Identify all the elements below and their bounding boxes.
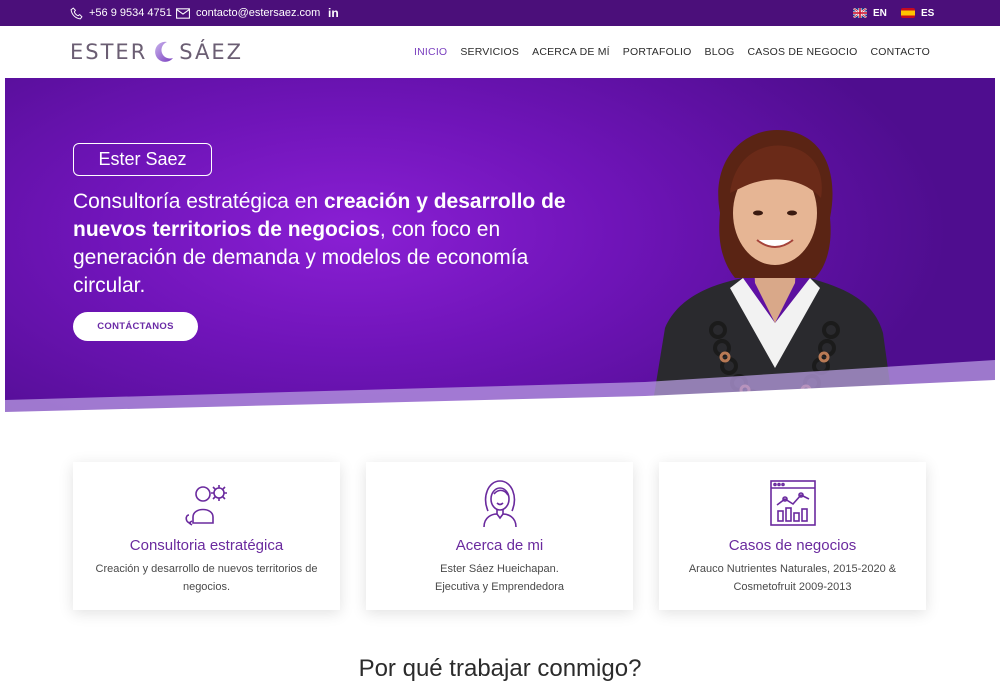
hero-name-tag: Ester Saez (73, 143, 212, 176)
card-description: Creación y desarrollo de nuevos territor… (95, 563, 318, 593)
card-title: Acerca de mi (455, 537, 544, 554)
nav-casos[interactable]: CASOS DE NEGOCIO (747, 46, 857, 58)
site-header: ESTER SÁEZ INICIO SERVICIOS ACERCA DE MÍ… (0, 26, 1000, 78)
card-description: Arauco Nutrientes Naturales, 2015-2020 &… (688, 563, 897, 593)
nav-inicio[interactable]: INICIO (414, 46, 447, 58)
lang-es-label: ES (921, 7, 935, 19)
logo-text-right: SÁEZ (179, 40, 244, 64)
email-link[interactable]: contacto@estersaez.com (176, 0, 320, 26)
site-logo[interactable]: ESTER SÁEZ (70, 39, 243, 65)
email-address: contacto@estersaez.com (196, 7, 321, 19)
top-bar: +56 9 9534 4751 contacto@estersaez.com i… (0, 0, 1000, 26)
uk-flag-icon (853, 8, 867, 18)
linkedin-icon[interactable]: in (328, 0, 339, 26)
contact-button[interactable]: CONTÁCTANOS (73, 312, 198, 341)
spain-flag-icon (901, 8, 915, 18)
chart-dashboard-icon (769, 480, 816, 526)
service-card-about[interactable]: Acerca de mi Ester Sáez Hueichapan. Ejec… (366, 462, 633, 610)
service-card-consulting[interactable]: Consultoria estratégica Creación y desar… (73, 462, 340, 610)
nav-blog[interactable]: BLOG (705, 46, 735, 58)
lang-en[interactable]: EN (853, 0, 887, 26)
woman-avatar-icon (482, 480, 517, 528)
nav-contacto[interactable]: CONTACTO (870, 46, 930, 58)
lang-es[interactable]: ES (901, 0, 934, 26)
card-desc-line-2: Ejecutiva y Emprendedora (434, 581, 564, 593)
hero-text-part-1: Consultoría estratégica en (73, 190, 324, 213)
hero-headline: Consultoría estratégica en creación y de… (73, 188, 593, 300)
service-card-cases[interactable]: Casos de negocios Arauco Nutrientes Natu… (659, 462, 926, 610)
main-nav: INICIO SERVICIOS ACERCA DE MÍ PORTAFOLIO… (414, 26, 930, 78)
card-desc-line-1: Ester Sáez Hueichapan. (440, 563, 559, 575)
mail-icon (176, 7, 190, 19)
hero-wave-decoration (5, 360, 995, 420)
nav-acerca[interactable]: ACERCA DE MÍ (532, 46, 610, 58)
consulting-gears-icon (184, 485, 227, 526)
phone-link[interactable]: +56 9 9534 4751 (70, 0, 172, 26)
logo-text-left: ESTER (70, 40, 148, 64)
crescent-moon-icon (155, 41, 174, 62)
card-description: Ester Sáez Hueichapan. Ejecutiva y Empre… (384, 560, 615, 596)
phone-number: +56 9 9534 4751 (89, 7, 172, 19)
nav-portafolio[interactable]: PORTAFOLIO (623, 46, 692, 58)
phone-icon (70, 6, 83, 19)
card-title: Consultoria estratégica (129, 537, 284, 554)
nav-servicios[interactable]: SERVICIOS (460, 46, 519, 58)
section-heading: Por qué trabajar conmigo? (358, 655, 642, 682)
card-title: Casos de negocios (728, 537, 857, 554)
lang-en-label: EN (873, 7, 887, 19)
hero-banner: Ester Saez Consultoría estratégica en cr… (5, 78, 995, 420)
